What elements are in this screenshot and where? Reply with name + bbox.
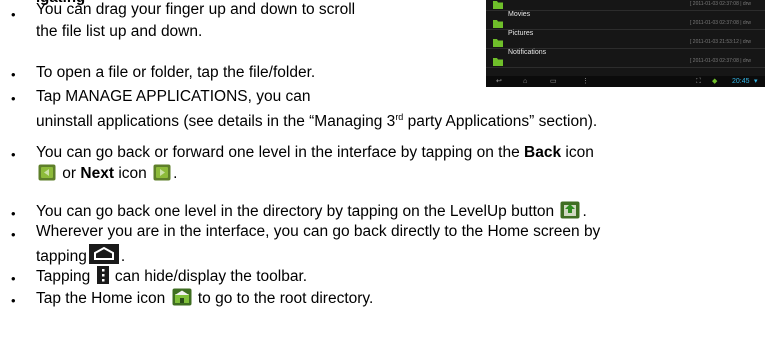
file-timestamp: [ 2011-01-03 02:37:08 | drw [690,20,751,26]
home-folder-icon [172,288,192,311]
instruction-text-line: You can go back or forward one level in … [36,144,594,161]
instruction-text-line: uninstall applications (see details in t… [36,112,598,131]
instruction-text-line: Tap MANAGE APPLICATIONS, you can [36,88,311,105]
file-name: Notifications [508,49,547,56]
system-nav-bar: ↩ ⌂ ▭ ⋮ ⛶ ◆ 20:45 ▾ [486,76,765,87]
folder-icon [493,53,503,71]
file-timestamp: [ 2011-01-03 02:37:08 | drw [690,58,751,64]
wifi-icon: ▾ [754,78,758,85]
android-icon: ◆ [712,78,718,85]
file-timestamp: [ 2011-01-03 02:37:08 | drw [690,1,751,7]
instruction-text-line: Tap the Home icon to go to the root dire… [36,288,373,311]
instruction-text-line: the file list up and down. [36,23,203,40]
instruction-text-line: or Next icon . [36,164,177,186]
bullet-marker: • [11,271,16,286]
bullet-marker: • [11,227,16,242]
bullet-marker: • [11,293,16,308]
instruction-text-line: To open a file or folder, tap the file/f… [36,64,316,81]
instruction-text-line: You can go back one level in the directo… [36,201,587,224]
file-browser-screenshot: Download[ 2011-01-03 02:37:08 | drwMovie… [486,0,765,87]
next-icon [153,164,171,186]
file-name: Pictures [508,30,534,37]
bullet-marker: • [11,147,16,162]
nav-back-icon: ↩ [496,78,502,85]
menu-icon [96,266,109,289]
file-timestamp: [ 2011-01-03 21:53:12 | drw [690,39,751,45]
levelup-icon [560,201,580,224]
nav-recent-icon: ▭ [550,78,557,85]
nav-home-icon: ⌂ [523,78,528,85]
nav-menu-icon: ⋮ [582,78,589,85]
instruction-text-line: Tapping can hide/display the toolbar. [36,266,307,289]
back-icon [38,164,56,186]
bullet-marker: • [11,206,16,221]
bullet-marker: • [11,91,16,106]
instruction-text-line: Wherever you are in the interface, you c… [36,223,601,240]
file-row[interactable]: Notifications [ 2011-01-03 02:37:08 | drw [486,48,765,68]
file-row[interactable]: Pictures [ 2011-01-03 21:53:12 | drw [486,29,765,49]
instruction-text-line: You can drag your finger up and down to … [36,1,356,18]
screen-icon: ⛶ [696,78,701,85]
bullet-marker: • [11,7,16,22]
bullet-marker: • [11,67,16,82]
file-row[interactable]: Movies [ 2011-01-03 02:37:08 | drw [486,10,765,30]
file-name: Movies [508,11,531,18]
status-clock: 20:45 [732,78,750,85]
